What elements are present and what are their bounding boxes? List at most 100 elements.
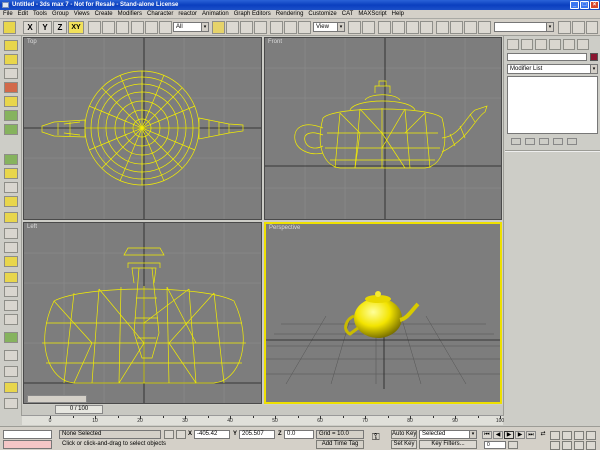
selection-filter-dropdown[interactable]: All ▾ (173, 22, 209, 32)
zoom-all-icon[interactable] (562, 431, 572, 440)
tool-icon-20[interactable] (4, 366, 18, 377)
named-selection-icon[interactable] (436, 21, 449, 34)
undo-icon[interactable] (3, 21, 16, 34)
redo-view-icon[interactable] (145, 21, 158, 34)
snap-toggle-icon[interactable] (378, 21, 391, 34)
menu-cat[interactable]: CAT (342, 11, 354, 17)
tool-icon-21[interactable] (4, 382, 18, 393)
tool-icon-7[interactable] (4, 124, 18, 135)
absolute-mode-icon[interactable] (176, 430, 186, 439)
frame-ruler[interactable]: 0 10 20 30 40 50 60 70 80 90 100 (22, 415, 504, 425)
zoom-extents-all-icon[interactable] (586, 431, 596, 440)
unlink-icon[interactable] (102, 21, 115, 34)
tool-icon-10[interactable] (4, 212, 18, 223)
arc-rotate-icon[interactable] (574, 441, 584, 450)
utilities-tab-icon[interactable] (577, 39, 589, 50)
minimize-icon[interactable]: _ (570, 1, 579, 9)
angle-snap-icon[interactable] (392, 21, 405, 34)
auto-key-button[interactable]: Auto Key (391, 430, 417, 439)
menu-customize[interactable]: Customize (308, 11, 336, 17)
pin-stack-icon[interactable] (511, 138, 521, 145)
tool-icon-19[interactable] (4, 350, 18, 361)
menu-views[interactable]: Views (74, 11, 90, 17)
reference-coordinate-dropdown[interactable]: View ▾ (313, 22, 345, 32)
time-slider-thumb[interactable] (27, 395, 87, 403)
menu-character[interactable]: Character (147, 11, 173, 17)
material-editor-icon[interactable] (586, 21, 598, 34)
menu-modifiers[interactable]: Modifiers (118, 11, 142, 17)
named-selection-set-dropdown[interactable]: ▾ (494, 22, 554, 32)
manipulate-icon[interactable] (362, 21, 375, 34)
spinner-snap-icon[interactable] (420, 21, 433, 34)
percent-snap-icon[interactable] (406, 21, 419, 34)
bind-space-warp-icon[interactable] (116, 21, 129, 34)
object-color-swatch[interactable] (590, 53, 598, 61)
menu-tools[interactable]: Tools (33, 11, 47, 17)
menu-rendering[interactable]: Rendering (276, 11, 304, 17)
frame-readout[interactable]: 0 / 100 (55, 405, 103, 414)
tool-icon-16[interactable] (4, 300, 18, 311)
key-mode-toggle-icon[interactable]: ⇄ (538, 431, 548, 439)
menu-create[interactable]: Create (95, 11, 113, 17)
align-icon[interactable] (464, 21, 477, 34)
tool-icon-1[interactable] (4, 40, 18, 51)
key-mode-dropdown[interactable]: Selected ▾ (419, 430, 477, 439)
render-scene-icon[interactable] (558, 21, 571, 34)
maximize-viewport-icon[interactable] (586, 441, 596, 450)
make-unique-icon[interactable] (539, 138, 549, 145)
add-time-tag-button[interactable]: Add Time Tag (316, 440, 364, 449)
tool-icon-2[interactable] (4, 54, 18, 65)
tool-icon-9[interactable] (4, 196, 18, 207)
menu-file[interactable]: File (3, 11, 13, 17)
menu-group[interactable]: Group (52, 11, 69, 17)
menu-reactor[interactable]: reactor (178, 11, 197, 17)
tool-icon-22[interactable] (4, 398, 18, 409)
lock-selection-icon[interactable] (164, 430, 174, 439)
zoom-extents-icon[interactable] (574, 431, 584, 440)
viewport-top[interactable]: Top (23, 37, 262, 220)
scale-icon[interactable] (298, 21, 311, 34)
select-object-icon[interactable] (212, 21, 225, 34)
modifier-list-dropdown[interactable]: Modifier List ▾ (507, 64, 598, 74)
modifier-stack[interactable] (507, 76, 598, 134)
tool-icon-18[interactable] (4, 332, 18, 343)
mirror-icon[interactable] (450, 21, 463, 34)
field-of-view-icon[interactable] (550, 441, 560, 450)
character-icon[interactable] (4, 154, 18, 165)
maxscript-listener-field[interactable] (3, 430, 52, 439)
y-coordinate-field[interactable]: 205.507 (239, 430, 275, 439)
quick-render-icon[interactable] (572, 21, 585, 34)
x-coordinate-field[interactable]: -405.42 (194, 430, 230, 439)
axis-y-button[interactable]: Y (38, 21, 52, 34)
tool-icon-13[interactable] (4, 256, 18, 267)
rectangular-selection-icon[interactable] (240, 21, 253, 34)
modify-tab-icon[interactable] (521, 39, 533, 50)
current-frame-field[interactable]: 0 (484, 441, 506, 449)
z-coordinate-field[interactable]: 0.0 (284, 430, 314, 439)
tool-icon-11[interactable] (4, 228, 18, 239)
select-icon[interactable] (159, 21, 172, 34)
bone-icon[interactable] (4, 168, 18, 179)
axis-xy-button[interactable]: XY (68, 21, 84, 34)
key-filters-button[interactable]: Key Filters... (419, 440, 477, 449)
maximize-icon[interactable]: □ (580, 1, 589, 9)
tool-icon-14[interactable] (4, 272, 18, 283)
axis-x-button[interactable]: X (23, 21, 37, 34)
pan-icon[interactable] (562, 441, 572, 450)
tool-icon-6[interactable] (4, 110, 18, 121)
layer-manager-icon[interactable] (478, 21, 491, 34)
menu-edit[interactable]: Edit (18, 11, 28, 17)
remove-modifier-icon[interactable] (553, 138, 563, 145)
menu-graph-editors[interactable]: Graph Editors (234, 11, 271, 17)
tool-icon-15[interactable] (4, 286, 18, 297)
goto-start-icon[interactable]: ⏮ (482, 431, 492, 439)
menu-help[interactable]: Help (392, 11, 404, 17)
axis-z-button[interactable]: Z (53, 21, 67, 34)
goto-end-icon[interactable]: ⏭ (526, 431, 536, 439)
window-crossing-icon[interactable] (254, 21, 267, 34)
time-configuration-icon[interactable] (508, 441, 518, 449)
menu-animation[interactable]: Animation (202, 11, 229, 17)
viewport-front[interactable]: Front (264, 37, 502, 220)
object-name-field[interactable] (507, 53, 587, 61)
tool-icon-12[interactable] (4, 242, 18, 253)
